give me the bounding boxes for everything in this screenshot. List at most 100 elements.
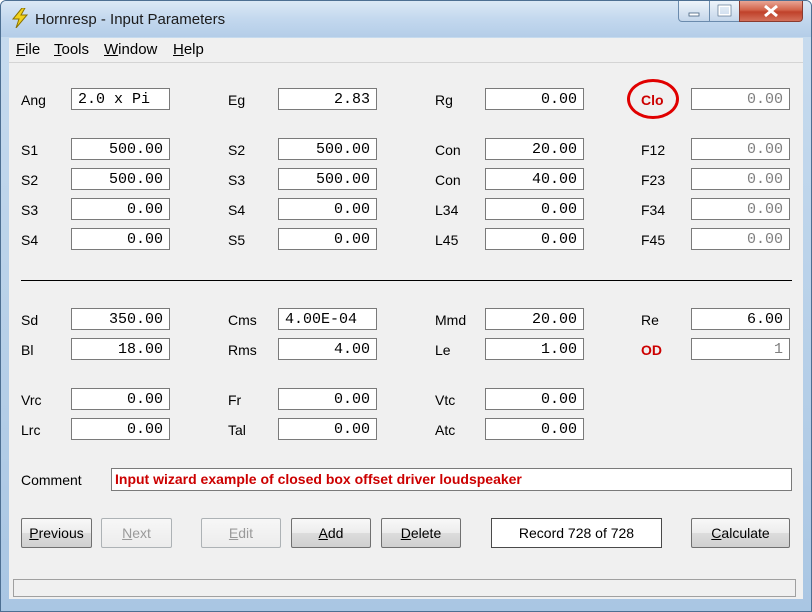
maximize-button[interactable] <box>709 1 740 22</box>
menu-window[interactable]: Window <box>104 41 157 58</box>
field-f12[interactable]: 0.00 <box>691 138 790 160</box>
field-mmd[interactable]: 20.00 <box>485 308 584 330</box>
field-s3-a[interactable]: 500.00 <box>278 168 377 190</box>
label-re: Re <box>641 312 659 328</box>
add-button[interactable]: Add <box>291 518 371 548</box>
minimize-button[interactable] <box>678 1 710 22</box>
field-vtc[interactable]: 0.00 <box>485 388 584 410</box>
label-rms: Rms <box>228 342 257 358</box>
label-f23: F23 <box>641 172 666 188</box>
previous-button[interactable]: Previous <box>21 518 92 548</box>
field-s5[interactable]: 0.00 <box>278 228 377 250</box>
field-lrc[interactable]: 0.00 <box>71 418 170 440</box>
field-f45[interactable]: 0.00 <box>691 228 790 250</box>
menu-window-label: Window <box>104 41 158 58</box>
field-fr[interactable]: 0.00 <box>278 388 377 410</box>
comment-label: Comment <box>21 472 82 488</box>
add-button-label: Add <box>318 525 344 541</box>
label-vtc: Vtc <box>435 392 456 408</box>
field-s2-a[interactable]: 500.00 <box>278 138 377 160</box>
field-con-1[interactable]: 20.00 <box>485 138 584 160</box>
next-button-label: Next <box>122 525 151 541</box>
label-s4-a: S4 <box>228 202 246 218</box>
label-cms: Cms <box>228 312 257 328</box>
next-button[interactable]: Next <box>101 518 172 548</box>
lightning-bolt-icon <box>10 7 30 29</box>
label-fr: Fr <box>228 392 242 408</box>
label-od: OD <box>641 342 662 358</box>
field-eg[interactable]: 2.83 <box>278 88 377 110</box>
label-s2-b: S2 <box>21 172 39 188</box>
status-bar <box>9 577 803 599</box>
field-l45[interactable]: 0.00 <box>485 228 584 250</box>
label-bl: Bl <box>21 342 34 358</box>
menu-help[interactable]: Help <box>173 41 204 58</box>
field-cms[interactable]: 4.00E-04 <box>278 308 377 330</box>
label-le: Le <box>435 342 451 358</box>
minimize-icon <box>688 12 700 17</box>
window-title: Hornresp - Input Parameters <box>35 11 226 28</box>
section-divider <box>21 280 792 281</box>
label-s5: S5 <box>228 232 246 248</box>
calculate-button[interactable]: Calculate <box>691 518 790 548</box>
field-le[interactable]: 1.00 <box>485 338 584 360</box>
field-rg[interactable]: 0.00 <box>485 88 584 110</box>
field-s2-b[interactable]: 500.00 <box>71 168 170 190</box>
field-f34[interactable]: 0.00 <box>691 198 790 220</box>
field-s1[interactable]: 500.00 <box>71 138 170 160</box>
field-rms[interactable]: 4.00 <box>278 338 377 360</box>
field-con-2[interactable]: 40.00 <box>485 168 584 190</box>
edit-button[interactable]: Edit <box>201 518 281 548</box>
label-f12: F12 <box>641 142 666 158</box>
label-rg: Rg <box>435 92 453 108</box>
close-icon <box>764 4 778 18</box>
label-s2-a: S2 <box>228 142 246 158</box>
menu-tools[interactable]: Tools <box>54 41 89 58</box>
label-clo: Clo <box>641 92 664 108</box>
label-f45: F45 <box>641 232 666 248</box>
field-ang[interactable]: 2.0 x Pi <box>71 88 170 110</box>
field-atc[interactable]: 0.00 <box>485 418 584 440</box>
label-eg: Eg <box>228 92 246 108</box>
field-s4-a[interactable]: 0.00 <box>278 198 377 220</box>
field-f23[interactable]: 0.00 <box>691 168 790 190</box>
menu-file-label: File <box>16 41 41 58</box>
label-s3-a: S3 <box>228 172 246 188</box>
close-button[interactable] <box>739 1 803 22</box>
label-l34: L34 <box>435 202 459 218</box>
app-window: Hornresp - Input Parameters File Tools W… <box>0 0 812 612</box>
menu-bar: File Tools Window Help <box>9 38 803 63</box>
field-sd[interactable]: 350.00 <box>71 308 170 330</box>
field-bl[interactable]: 18.00 <box>71 338 170 360</box>
label-con-1: Con <box>435 142 461 158</box>
comment-field[interactable]: Input wizard example of closed box offse… <box>111 468 792 491</box>
menu-help-label: Help <box>173 41 204 58</box>
field-s3-b[interactable]: 0.00 <box>71 198 170 220</box>
previous-button-label: Previous <box>29 525 84 541</box>
title-bar[interactable]: Hornresp - Input Parameters <box>1 1 811 37</box>
field-od[interactable]: 1 <box>691 338 790 360</box>
field-l34[interactable]: 0.00 <box>485 198 584 220</box>
field-s4-b[interactable]: 0.00 <box>71 228 170 250</box>
menu-tools-label: Tools <box>54 41 90 58</box>
delete-button-label: Delete <box>400 525 442 541</box>
label-lrc: Lrc <box>21 422 41 438</box>
label-sd: Sd <box>21 312 39 328</box>
maximize-icon <box>717 4 732 17</box>
field-tal[interactable]: 0.00 <box>278 418 377 440</box>
field-vrc[interactable]: 0.00 <box>71 388 170 410</box>
field-clo[interactable]: 0.00 <box>691 88 790 110</box>
label-l45: L45 <box>435 232 459 248</box>
menu-file[interactable]: File <box>16 41 40 58</box>
label-ang: Ang <box>21 92 46 108</box>
label-s1: S1 <box>21 142 39 158</box>
status-panel <box>13 579 796 597</box>
label-con-2: Con <box>435 172 461 188</box>
field-re[interactable]: 6.00 <box>691 308 790 330</box>
label-tal: Tal <box>228 422 246 438</box>
edit-button-label: Edit <box>228 525 254 541</box>
input-parameters-panel: Ang 2.0 x Pi Eg 2.83 Rg 0.00 Clo 0.00 S1… <box>9 63 803 599</box>
label-s4-b: S4 <box>21 232 39 248</box>
label-vrc: Vrc <box>21 392 42 408</box>
delete-button[interactable]: Delete <box>381 518 461 548</box>
